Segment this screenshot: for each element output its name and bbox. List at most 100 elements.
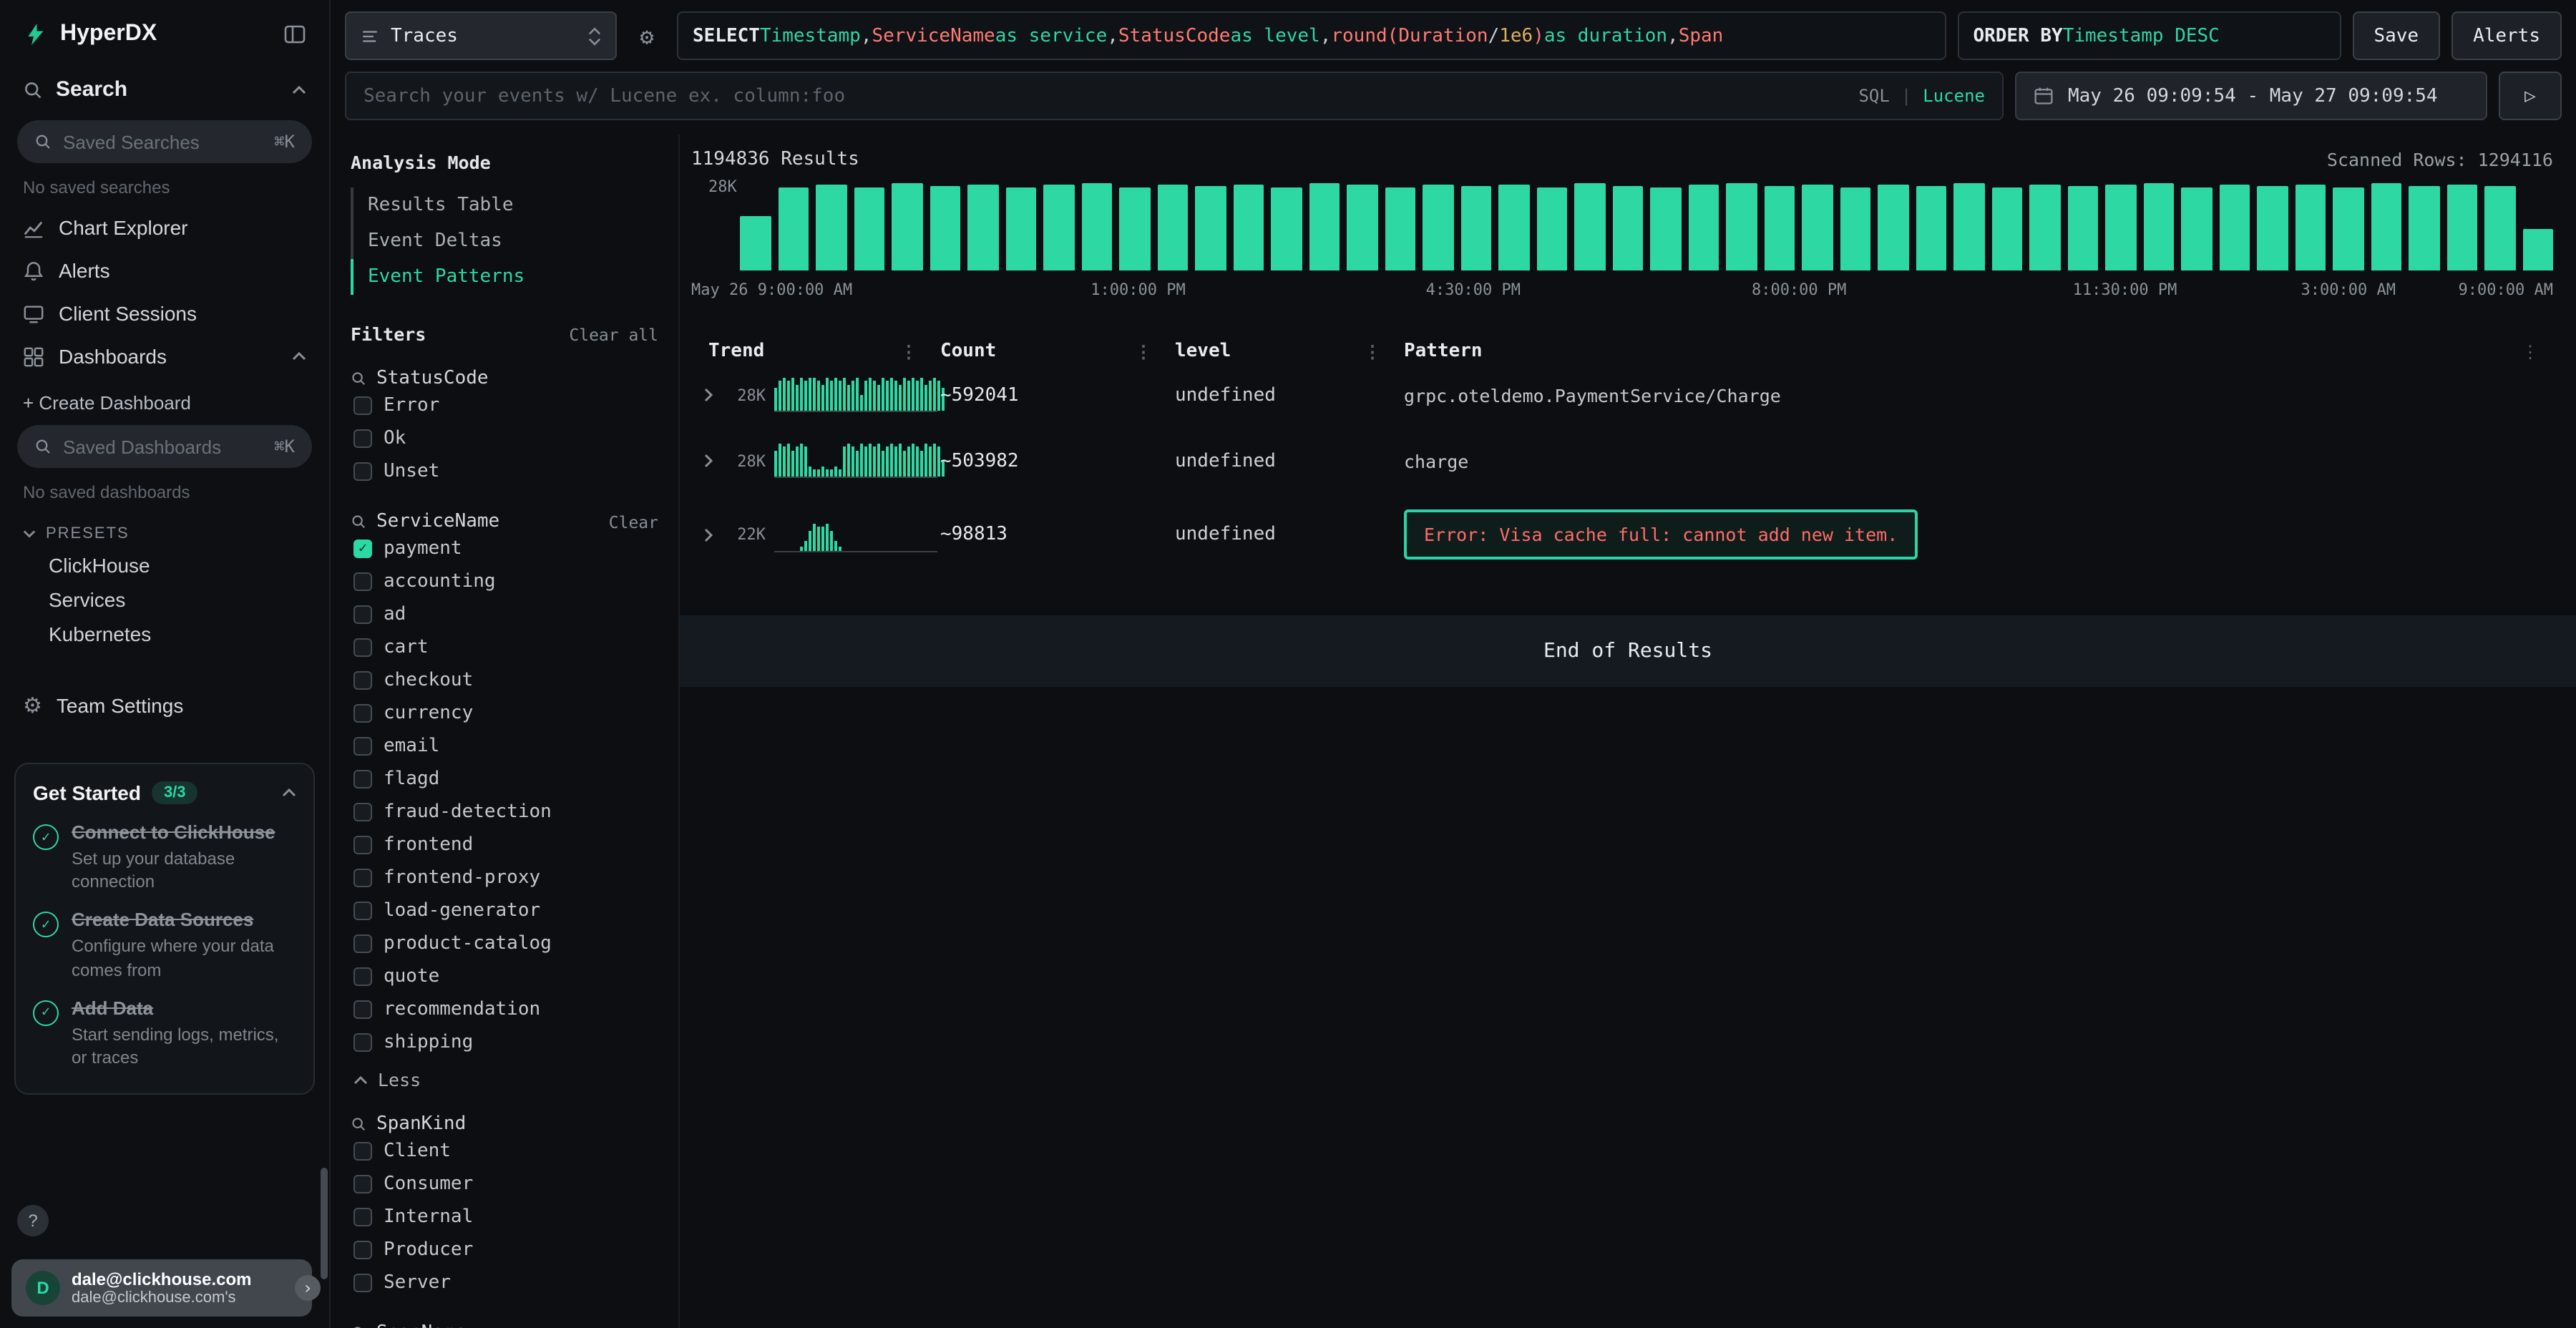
histogram-bar[interactable] [1726,183,1757,270]
saved-searches-input[interactable]: Saved Searches ⌘K [17,120,312,163]
collapse-sidebar-icon[interactable] [283,23,306,46]
checkbox[interactable] [353,638,372,657]
histogram-bar[interactable] [2143,183,2174,270]
histogram-bar[interactable] [1271,188,1302,270]
filter-option-ad[interactable]: ad [351,598,658,631]
preset-clickhouse[interactable]: ClickHouse [0,548,329,582]
histogram-bar[interactable] [1878,185,1908,270]
histogram-bar[interactable] [2067,187,2098,270]
sidebar-item-alerts[interactable]: Alerts [0,249,329,292]
histogram-bar[interactable] [1460,187,1491,270]
filter-option-client[interactable]: Client [351,1135,658,1168]
column-menu-icon[interactable]: ⋮ [1135,341,1152,361]
checkbox[interactable] [353,671,372,690]
lang-toggle-lucene[interactable]: Lucene [1923,86,1985,106]
saved-dashboards-input[interactable]: Saved Dashboards ⌘K [17,425,312,468]
histogram-bar[interactable] [2295,185,2326,270]
histogram-bar[interactable] [1005,188,1036,270]
show-less-button[interactable]: Less [351,1059,658,1090]
sidebar-item-client-sessions[interactable]: Client Sessions [0,292,329,335]
histogram-bar[interactable] [2219,185,2250,270]
lang-toggle-sql[interactable]: SQL [1858,86,1889,106]
histogram-bar[interactable] [2333,188,2363,270]
filter-option-load-generator[interactable]: load-generator [351,894,658,927]
histogram-bar[interactable] [1840,188,1870,270]
checkbox[interactable] [353,934,372,953]
sidebar-item-dashboards[interactable]: Dashboards [0,335,329,378]
histogram-bar[interactable] [1612,187,1643,270]
sidebar-item-chart-explorer[interactable]: Chart Explorer [0,206,329,249]
filter-option-accounting[interactable]: accounting [351,565,658,598]
checkbox[interactable] [353,902,372,920]
filter-option-server[interactable]: Server [351,1266,658,1299]
get-started-item[interactable]: ✓ Connect to ClickHouse Set up your data… [33,821,296,894]
checkbox[interactable] [353,572,372,591]
filter-option-flagd[interactable]: flagd [351,763,658,796]
chevron-right-icon[interactable]: › [295,1275,321,1301]
checkbox[interactable] [353,396,372,415]
create-dashboard-button[interactable]: + Create Dashboard [0,378,329,419]
checkbox[interactable] [353,803,372,821]
histogram-bar[interactable] [1688,185,1719,270]
histogram-bar[interactable] [1953,183,1984,270]
histogram-bar[interactable] [1916,187,1946,270]
histogram-bar[interactable] [740,217,771,270]
user-profile[interactable]: D dale@clickhouse.com dale@clickhouse.co… [11,1259,312,1317]
histogram-bar[interactable] [1119,188,1150,270]
filter-option-ok[interactable]: Ok [351,422,658,455]
checkbox[interactable] [353,1208,372,1226]
checkbox[interactable] [353,429,372,448]
clear-all-filters-button[interactable]: Clear all [569,324,658,344]
checkbox[interactable] [353,737,372,756]
filter-option-frontend-proxy[interactable]: frontend-proxy [351,861,658,894]
checkbox[interactable] [353,1175,372,1193]
histogram-bar[interactable] [2257,187,2288,270]
filter-option-producer[interactable]: Producer [351,1234,658,1266]
pattern-error-highlight[interactable]: Error: Visa cache full: cannot add new i… [1404,509,1918,560]
histogram-bar[interactable] [1764,187,1795,270]
filter-option-payment[interactable]: ✓payment [351,532,658,565]
histogram-bar[interactable] [2105,185,2136,270]
preset-kubernetes[interactable]: Kubernetes [0,617,329,651]
histogram-bar[interactable] [1081,183,1112,270]
get-started-item[interactable]: ✓ Create Data Sources Configure where yo… [33,909,296,982]
analysis-mode-event-patterns[interactable]: Event Patterns [351,259,658,295]
filter-option-checkout[interactable]: checkout [351,664,658,697]
filter-option-internal[interactable]: Internal [351,1201,658,1234]
filter-option-frontend[interactable]: frontend [351,829,658,861]
preset-services[interactable]: Services [0,582,329,617]
histogram-bar[interactable] [967,185,998,270]
get-started-item[interactable]: ✓ Add Data Start sending logs, metrics, … [33,997,296,1070]
histogram-bar[interactable] [2409,187,2439,270]
filter-option-cart[interactable]: cart [351,631,658,664]
pattern-row[interactable]: 28K~592041undefinedgrpc.oteldemo.Payment… [691,362,2553,428]
histogram-bar[interactable] [2484,187,2515,270]
filter-option-recommendation[interactable]: recommendation [351,993,658,1026]
checkbox[interactable] [353,1142,372,1161]
checkbox[interactable] [353,1033,372,1052]
sidebar-item-search[interactable]: Search [0,64,329,114]
checkbox[interactable] [353,462,372,481]
histogram-bar[interactable] [854,188,884,270]
events-histogram[interactable]: 28K [691,182,2553,270]
histogram-bar[interactable] [1195,187,1226,270]
search-input[interactable]: Search your events w/ Lucene ex. column:… [345,72,2004,120]
filter-clear-button[interactable]: Clear [609,512,658,532]
filter-option-email[interactable]: email [351,730,658,763]
sql-select-editor[interactable]: SELECT Timestamp, ServiceName as service… [677,11,1946,60]
help-button[interactable]: ? [17,1205,49,1236]
histogram-bar[interactable] [2029,185,2060,270]
checkbox[interactable] [353,704,372,723]
chevron-up-icon[interactable] [292,85,306,94]
histogram-bar[interactable] [2522,229,2553,270]
row-expander-chevron-icon[interactable] [691,527,726,542]
histogram-bar[interactable] [778,188,809,270]
filter-option-product-catalog[interactable]: product-catalog [351,927,658,960]
save-button[interactable]: Save [2352,11,2440,60]
sidebar-item-team-settings[interactable]: ⚙ Team Settings [0,683,329,728]
filter-option-quote[interactable]: quote [351,960,658,993]
column-menu-icon[interactable]: ⋮ [1364,341,1381,361]
histogram-bar[interactable] [1574,183,1605,270]
column-header-level[interactable]: level ⋮ [1175,341,1404,362]
filter-option-unset[interactable]: Unset [351,455,658,488]
